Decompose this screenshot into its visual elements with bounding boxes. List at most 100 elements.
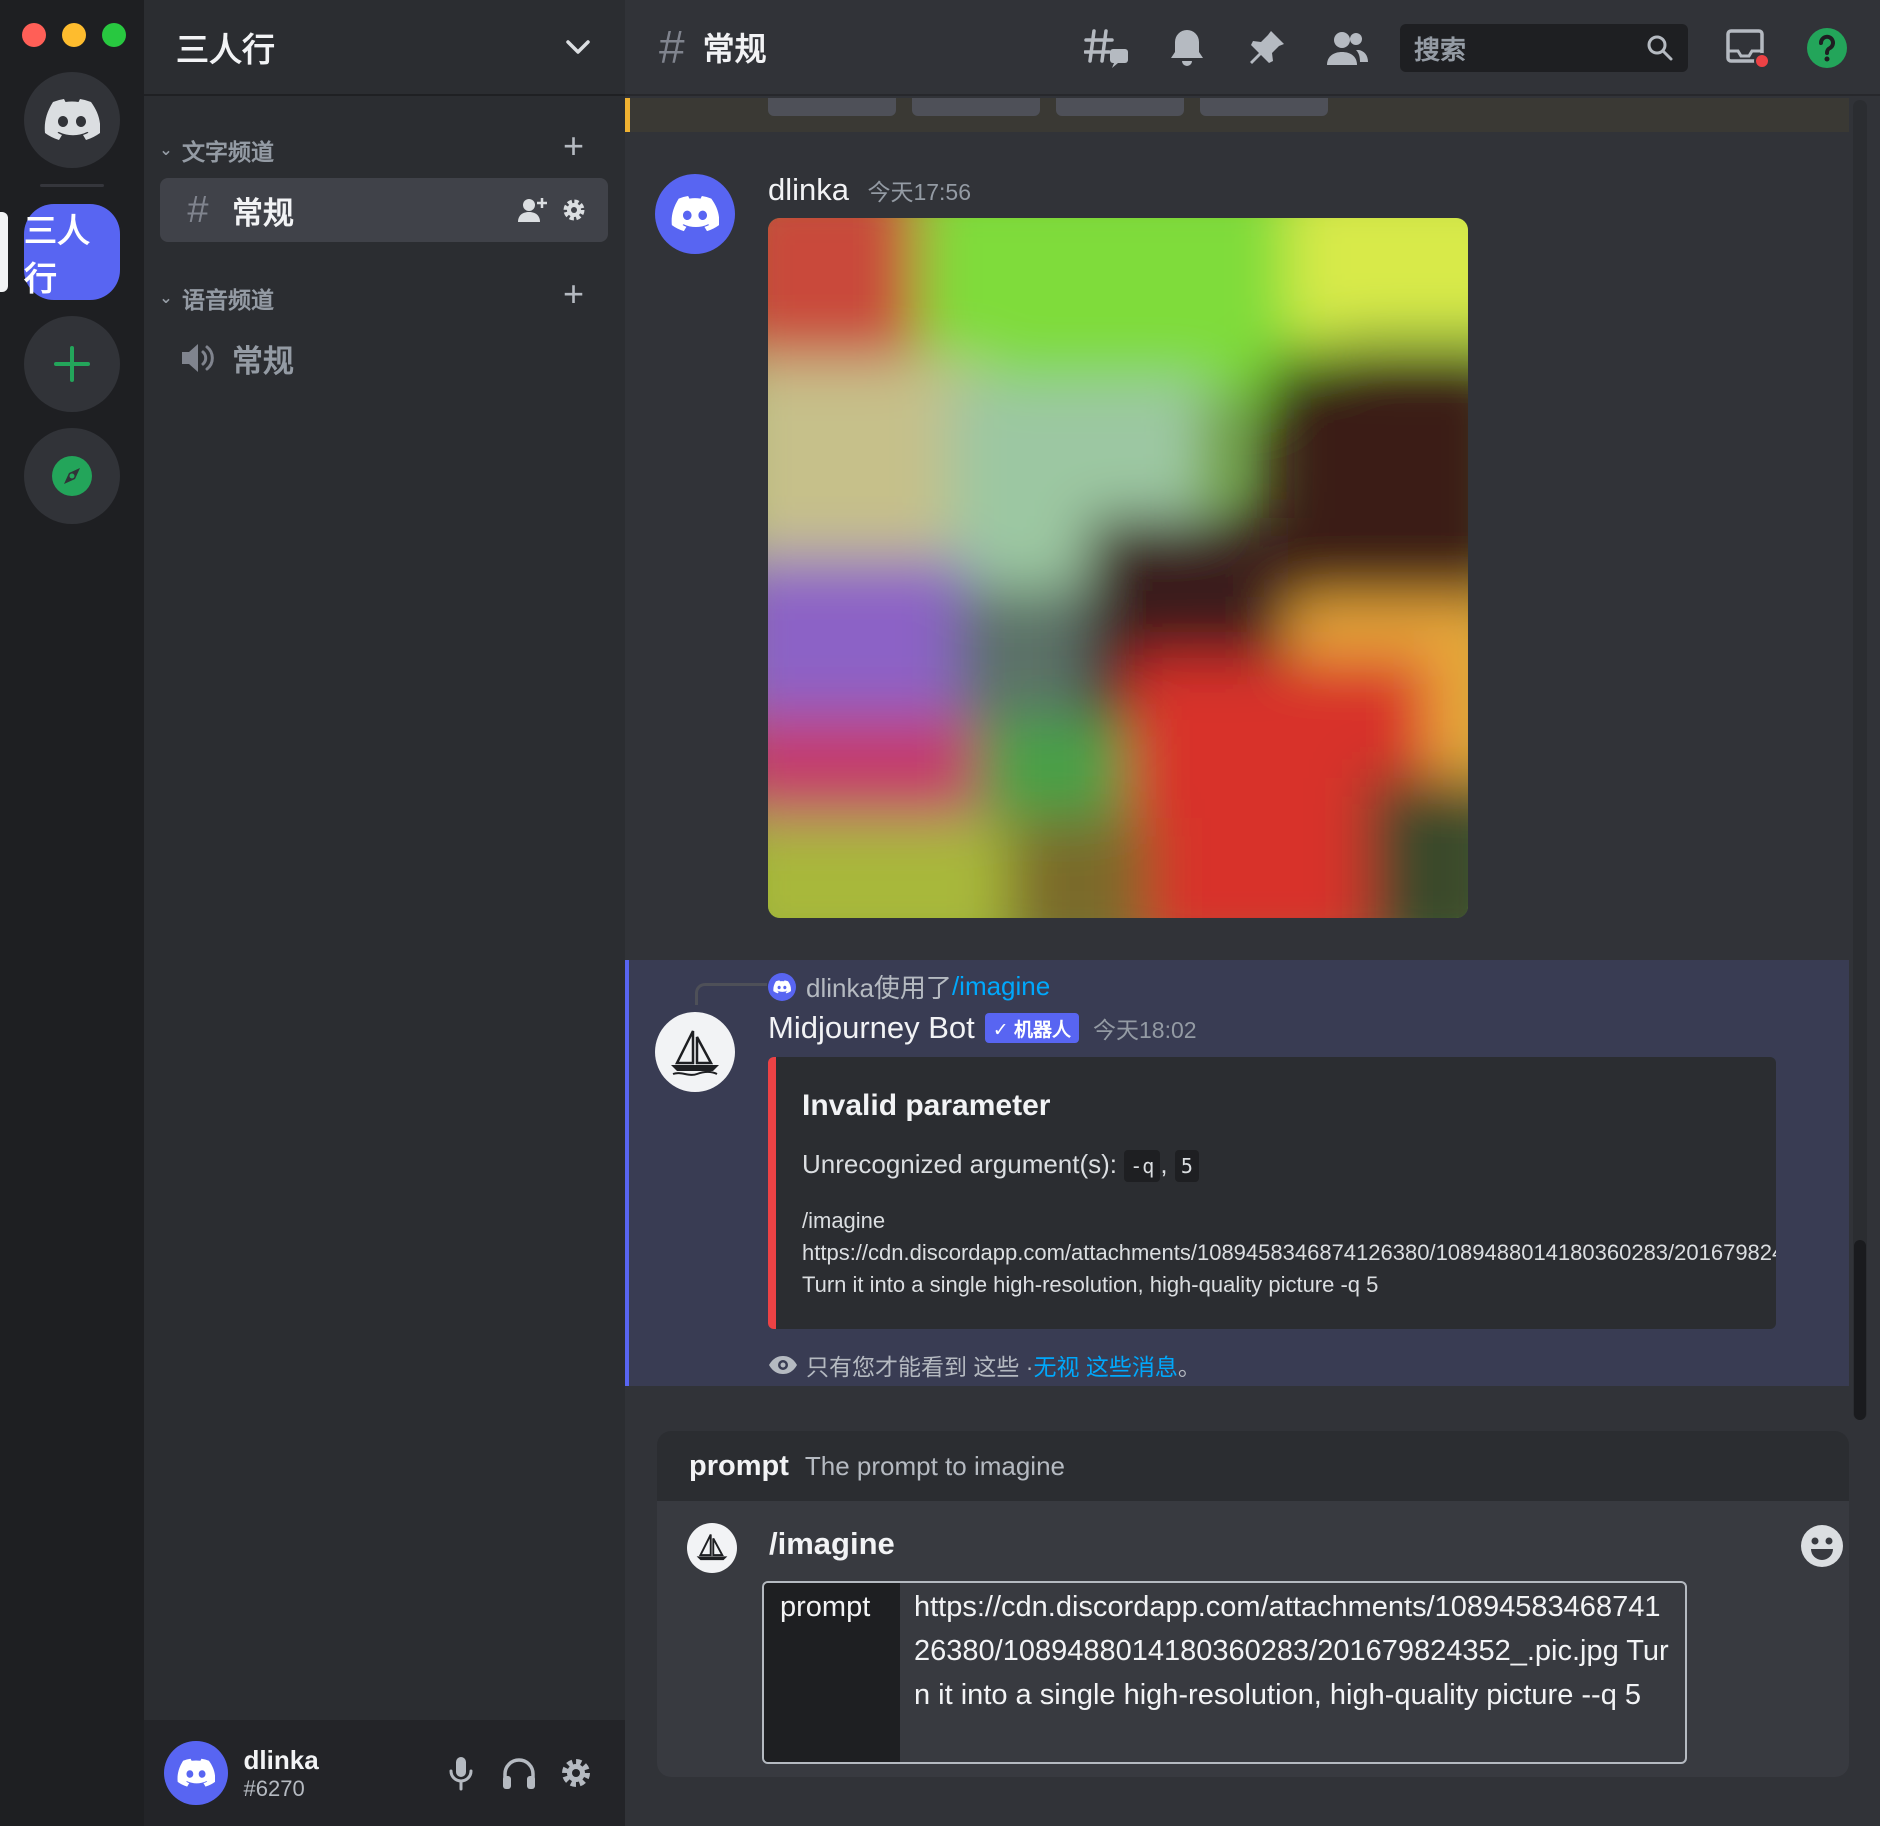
rail-separator [40, 184, 104, 187]
notifications-button[interactable] [1161, 22, 1213, 74]
message-author[interactable]: Midjourney Bot [768, 1010, 975, 1046]
option-hint: prompt The prompt to imagine [657, 1431, 1849, 1501]
dismiss-message-link[interactable]: 无视 这些消息 [1033, 1348, 1177, 1382]
sailboat-icon [696, 1534, 728, 1561]
server-name: 三人行 [176, 31, 275, 68]
embed-command-line: https://cdn.discordapp.com/attachments/1… [802, 1240, 1776, 1265]
inbox-icon [1726, 29, 1769, 69]
chevron-down-icon: ⌄ [159, 290, 173, 307]
category-text-channels[interactable]: ⌄ 文字频道 + [154, 125, 614, 172]
command-name-link[interactable]: /imagine [952, 971, 1050, 1002]
pixelated-image [768, 218, 1468, 918]
embed-button[interactable] [1056, 98, 1184, 116]
threads-icon [1084, 29, 1128, 68]
ephemeral-note-end: 。 [1177, 1354, 1201, 1380]
embed-title: Invalid parameter [802, 1089, 1051, 1122]
ephemeral-note-text: 只有您才能看到 这些 · [806, 1354, 1034, 1380]
embed-command-line: /imagine [802, 1208, 886, 1233]
prompt-option-value[interactable]: https://cdn.discordapp.com/attachments/1… [900, 1583, 1685, 1762]
prompt-option-input[interactable]: prompt https://cdn.discordapp.com/attach… [762, 1581, 1687, 1764]
compass-icon [52, 456, 92, 496]
inline-code: 5 [1174, 1150, 1199, 1182]
members-icon [1327, 32, 1368, 65]
chevron-down-icon: ⌄ [159, 142, 173, 159]
mute-button[interactable] [432, 1744, 490, 1802]
scrollbar-thumb[interactable] [1854, 1240, 1866, 1420]
channel-label: 常规 [232, 343, 294, 379]
close-window-button[interactable] [22, 23, 46, 47]
prompt-option-label: prompt [764, 1583, 900, 1762]
message-timestamp: 今天18:02 [1092, 1017, 1197, 1043]
microphone-icon [449, 1757, 473, 1791]
channel-sidebar: 三人行 ⌄ 文字频道 + # 常规 ⌄ 语音频道 + 常规 dlinka #62… [144, 0, 625, 1826]
inbox-button[interactable] [1721, 22, 1773, 74]
option-description: The prompt to imagine [804, 1450, 1066, 1481]
smiley-icon [1801, 1525, 1843, 1567]
category-voice-channels[interactable]: ⌄ 语音频道 + [154, 273, 614, 320]
pinned-messages-button[interactable] [1241, 22, 1293, 74]
discord-logo-icon [671, 196, 719, 232]
channel-title: 常规 [702, 31, 767, 67]
user-info[interactable]: dlinka #6270 [244, 1745, 433, 1802]
chevron-down-icon [566, 40, 590, 54]
discord-logo-icon [44, 99, 100, 140]
search-placeholder: 搜索 [1414, 34, 1467, 65]
direct-messages-button[interactable] [24, 72, 120, 168]
ephemeral-note: 只有您才能看到 这些 · 无视 这些消息 。 [768, 1348, 1201, 1382]
user-discriminator: #6270 [243, 1775, 305, 1801]
discord-logo-icon [773, 979, 791, 993]
hash-icon: # [187, 188, 209, 231]
chat-area: # 常规 搜索 dlinka 今天17:56 dlinka使用了 /imagin… [625, 0, 1880, 1826]
member-list-button[interactable] [1321, 22, 1373, 74]
embed-button[interactable] [768, 98, 896, 116]
bell-icon [1171, 30, 1203, 66]
embed-button[interactable] [912, 98, 1040, 116]
server-icon-sanrenxing[interactable]: 三人行 [24, 204, 120, 300]
embed-command-line: Turn it into a single high-resolution, h… [802, 1272, 1379, 1297]
invite-member-icon[interactable] [518, 196, 548, 224]
add-server-button[interactable] [24, 316, 120, 412]
user-panel: dlinka #6270 [144, 1720, 625, 1826]
explore-servers-button[interactable] [24, 428, 120, 524]
command-reference[interactable]: dlinka使用了 /imagine [768, 968, 1050, 1005]
discord-logo-icon [177, 1758, 215, 1787]
user-settings-button[interactable] [547, 1744, 605, 1802]
message-author[interactable]: dlinka [768, 172, 849, 207]
category-label: 文字频道 [182, 139, 274, 165]
error-embed: Invalid parameter Unrecognized argument(… [768, 1057, 1776, 1329]
message-timestamp: 今天17:56 [867, 179, 972, 205]
embed-button[interactable] [1200, 98, 1328, 116]
option-name: prompt [689, 1449, 789, 1482]
create-channel-icon[interactable]: + [563, 273, 584, 315]
channel-item-general[interactable]: # 常规 [160, 178, 608, 242]
gear-icon[interactable] [560, 196, 588, 224]
pin-icon [1250, 31, 1284, 64]
scrollbar-track[interactable] [1853, 100, 1867, 1420]
separator: , [1160, 1149, 1168, 1179]
avatar[interactable] [655, 174, 735, 254]
image-attachment[interactable] [768, 218, 1468, 918]
command-name: /imagine [769, 1526, 895, 1561]
server-header[interactable]: 三人行 [144, 0, 625, 96]
plus-icon [54, 346, 90, 382]
command-user: dlinka使用了 [806, 973, 952, 1003]
search-input[interactable]: 搜索 [1400, 24, 1688, 72]
threads-button[interactable] [1081, 22, 1133, 74]
zoom-window-button[interactable] [102, 23, 126, 47]
command-composer: prompt The prompt to imagine /imagine pr… [657, 1431, 1849, 1777]
avatar[interactable] [164, 1741, 228, 1805]
voice-channel-item-general[interactable]: 常规 [160, 326, 608, 390]
create-channel-icon[interactable]: + [563, 125, 584, 167]
bot-badge: ✓ 机器人 [984, 1013, 1079, 1043]
emoji-button[interactable] [1799, 1523, 1845, 1569]
embed-command-text: /imagine https://cdn.discordapp.com/atta… [802, 1205, 1776, 1301]
deafen-button[interactable] [490, 1744, 548, 1802]
headphones-icon [502, 1758, 535, 1789]
category-label: 语音频道 [182, 287, 274, 313]
inline-code: -q [1124, 1150, 1161, 1182]
avatar[interactable] [655, 1012, 735, 1092]
eye-icon [769, 1356, 797, 1374]
minimize-window-button[interactable] [62, 23, 86, 47]
help-button[interactable] [1801, 22, 1853, 74]
username: dlinka [243, 1744, 319, 1775]
